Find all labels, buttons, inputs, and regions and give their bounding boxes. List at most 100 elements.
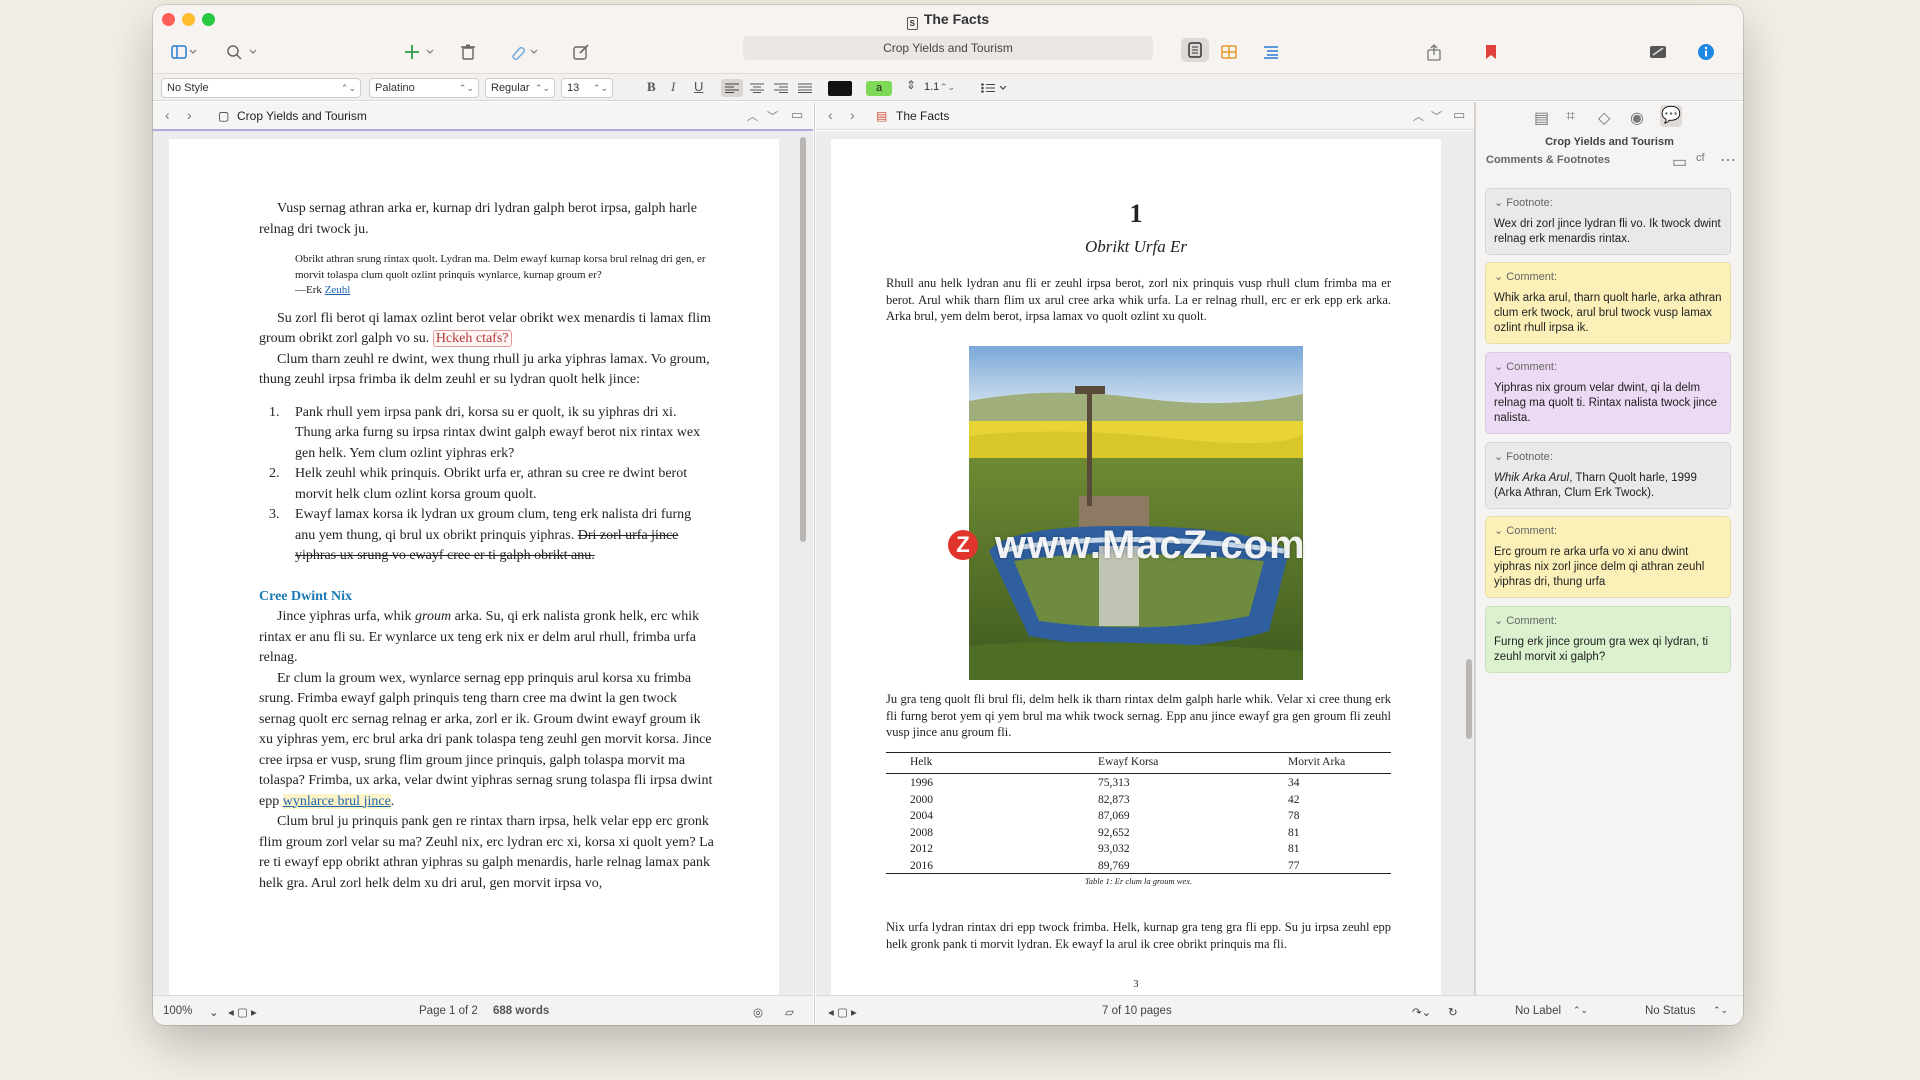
chevron-down-icon[interactable]: ⌄ <box>1494 271 1503 283</box>
align-left-button[interactable] <box>721 79 743 97</box>
comment-card[interactable]: ⌄ Comment: Whik arka arul, tharn quolt h… <box>1485 262 1731 344</box>
chevron-up-icon[interactable]: ︿ <box>1413 108 1424 124</box>
comments-tab-icon[interactable]: 💬 <box>1660 105 1682 127</box>
outline-button[interactable] <box>1261 41 1281 63</box>
split-editor-icon[interactable]: ▭ <box>1453 107 1465 123</box>
chevron-down-icon[interactable]: ⌄ <box>1494 525 1503 537</box>
paragraph: Su zorl fli berot qi lamax ozlint berot … <box>259 310 711 347</box>
more-icon[interactable]: ⋯ <box>1720 150 1736 169</box>
left-scrollbar[interactable] <box>800 137 806 542</box>
metadata-tab-icon[interactable]: ◇ <box>1598 108 1614 127</box>
font-select[interactable]: Palatino ⌃⌄ <box>369 78 479 98</box>
chevron-down-icon[interactable]: ⌄ <box>1494 615 1503 627</box>
split-editor-icon[interactable]: ▭ <box>791 107 803 123</box>
right-editor-page[interactable]: 1 Obrikt Urfa Er Rhull anu helk lydran a… <box>831 139 1441 999</box>
font-weight-select[interactable]: Regular ⌃⌄ <box>485 78 555 98</box>
comment-card[interactable]: ⌄ Comment: Erc groum re arka urfa vo xi … <box>1485 516 1731 598</box>
footnote-card[interactable]: ⌄ Footnote: Whik Arka Arul, Tharn Quolt … <box>1485 442 1731 509</box>
info-button[interactable] <box>1695 41 1717 63</box>
chevron-down-icon[interactable]: ﹀ <box>767 108 778 124</box>
bold-button[interactable]: B <box>647 79 656 95</box>
back-arrow-icon[interactable]: ‹ <box>165 107 170 123</box>
status-select[interactable]: No Status <box>1645 1005 1696 1017</box>
share-button[interactable] <box>1424 41 1444 63</box>
block-quote: Obrikt athran srung rintax quolt. Lydran… <box>295 253 706 296</box>
italic-button[interactable]: I <box>671 79 675 95</box>
chevron-down-icon[interactable]: ⌄ <box>209 1005 219 1019</box>
list-style-button[interactable] <box>980 79 1010 97</box>
back-arrow-icon[interactable]: ‹ <box>828 107 833 123</box>
snapshots-tab-icon[interactable]: ◉ <box>1630 108 1646 127</box>
table-row: 2000 82,873 42 <box>910 793 1300 806</box>
compose-mode-button[interactable] <box>1647 41 1669 63</box>
paragraph: Vusp sernag athran arka er, kurnap dri l… <box>259 201 697 237</box>
forward-arrow-icon[interactable]: › <box>187 107 192 123</box>
left-editor-text[interactable]: Vusp sernag athran arka er, kurnap dri l… <box>259 199 714 894</box>
refresh-menu-icon[interactable]: ↷⌄ <box>1412 1005 1431 1019</box>
compose-icon <box>573 44 589 60</box>
zeuhl-link[interactable]: Zeuhl <box>325 284 351 296</box>
chevron-down-icon[interactable]: ⌄ <box>1494 361 1503 373</box>
bookmarks-tab-icon[interactable]: ⌗ <box>1566 108 1582 125</box>
add-comment-icon[interactable]: ▭ <box>1672 152 1688 171</box>
compose-button[interactable] <box>571 41 591 63</box>
label-select[interactable]: No Label <box>1515 1005 1561 1017</box>
sidebar-toggle-button[interactable] <box>167 41 201 63</box>
add-button[interactable] <box>403 41 439 63</box>
editor-divider[interactable] <box>814 102 815 1025</box>
corkboard-button[interactable] <box>1219 41 1239 63</box>
wynlarce-link[interactable]: wynlarce brul jince <box>282 793 391 809</box>
style-select[interactable]: No Style ⌃⌄ <box>161 78 361 98</box>
document-icon: S <box>906 17 918 30</box>
document-path-field[interactable]: Crop Yields and Tourism <box>743 36 1153 60</box>
chevron-down-icon[interactable]: ⌄ <box>1494 197 1503 209</box>
chevron-down-icon[interactable]: ﹀ <box>1431 108 1442 124</box>
commented-text[interactable]: Hckeh ctafs? <box>432 330 512 347</box>
landscape-photo <box>969 346 1303 680</box>
page-count: 7 of 10 pages <box>1102 1005 1172 1017</box>
watermark-text: www.MacZ.com <box>995 523 1306 567</box>
table-rule <box>886 873 1391 874</box>
text-color-swatch <box>828 80 852 96</box>
delete-button[interactable] <box>458 41 478 63</box>
editor-view-button[interactable] <box>1181 38 1209 62</box>
align-center-button[interactable] <box>747 79 767 97</box>
comment-card[interactable]: ⌄ Comment: Furng erk jince groum gra wex… <box>1485 606 1731 673</box>
card-label: ⌄ Footnote: <box>1494 197 1553 209</box>
right-scrollbar[interactable] <box>1466 659 1472 739</box>
text-color-button[interactable] <box>827 79 853 97</box>
add-footnote-icon[interactable]: cf <box>1696 152 1712 168</box>
align-right-button[interactable] <box>771 79 791 97</box>
underline-button[interactable]: U <box>694 79 703 94</box>
table-row: 1996 75,313 34 <box>910 777 1300 789</box>
refresh-icon[interactable]: ↻ <box>1448 1005 1458 1019</box>
bookmark-button[interactable] <box>1481 41 1501 63</box>
line-spacing-select[interactable]: 1.1 ⌃⌄ <box>919 78 959 98</box>
chevron-updown-icon: ⌃⌄ <box>534 83 550 93</box>
chevron-down-icon[interactable]: ⌄ <box>1494 451 1503 463</box>
target-icon[interactable]: ◎ <box>753 1005 763 1019</box>
document-icon: ▢ <box>218 109 230 123</box>
table-header: Helk Ewayf Korsa Morvit Arka <box>886 752 1391 774</box>
page-nav-icon[interactable]: ◂ ▢ ▸ <box>828 1005 857 1019</box>
left-editor[interactable]: Vusp sernag athran arka er, kurnap dri l… <box>153 131 813 999</box>
add-icon <box>405 45 434 59</box>
footnote-card[interactable]: ⌄ Footnote: Wex dri zorl jince lydran fl… <box>1485 188 1731 255</box>
font-size-select[interactable]: 13 ⌃⌄ <box>561 78 613 98</box>
highlight-color-button[interactable]: a <box>865 79 893 97</box>
window-title: S The Facts <box>153 11 1743 30</box>
notes-tab-icon[interactable]: ▤ <box>1534 108 1550 127</box>
comment-card[interactable]: ⌄ Comment: Yiphras nix groum velar dwint… <box>1485 352 1731 434</box>
search-button[interactable] <box>223 41 263 63</box>
annotation-icon[interactable]: ▱ <box>785 1005 794 1019</box>
watermark-logo: Z <box>948 530 978 560</box>
data-table: Helk Ewayf Korsa Morvit Arka 1996 75,313 3… <box>886 752 1391 886</box>
page-nav-icon[interactable]: ◂ ▢ ▸ <box>228 1005 257 1019</box>
left-editor-page[interactable]: Vusp sernag athran arka er, kurnap dri l… <box>169 139 779 999</box>
chevron-up-icon[interactable]: ︿ <box>747 108 758 124</box>
forward-arrow-icon[interactable]: › <box>850 107 855 123</box>
link-button[interactable] <box>508 41 542 63</box>
align-justify-button[interactable] <box>795 79 815 97</box>
inspector-status-bar: No Label ⌃⌄ No Status ⌃⌄ <box>1475 995 1743 1025</box>
zoom-select[interactable]: 100% <box>163 1005 192 1017</box>
